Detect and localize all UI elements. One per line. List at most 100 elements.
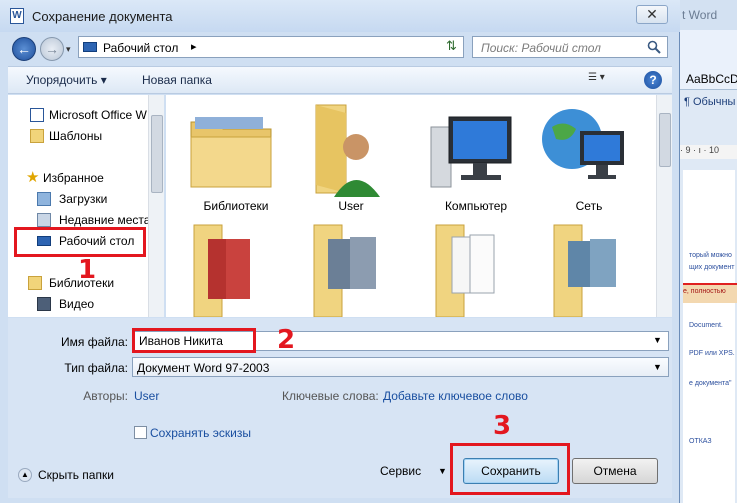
background-word-window: t Word AaBbCcD ¶ Обычны · 9 · ı · 10 тор… [680, 0, 737, 503]
annotation-step-1: 1 [78, 255, 97, 285]
command-bar: Упорядочить ▾ Новая папка ☰ ▾ ? [8, 66, 672, 94]
photos-folder-icon [313, 224, 376, 317]
recent-places-icon [37, 213, 51, 227]
new-folder-button[interactable]: Новая папка [142, 73, 212, 87]
nav-item-templates[interactable]: Шаблоны [8, 126, 148, 146]
annotation-box-desktop [14, 227, 146, 257]
scrollbar-thumb[interactable] [659, 113, 671, 167]
file-item-label: User [338, 199, 364, 213]
help-icon[interactable]: ? [644, 71, 662, 89]
file-item-folder[interactable] [428, 217, 528, 317]
organize-button[interactable]: Упорядочить ▾ [26, 73, 107, 87]
video-icon [37, 297, 51, 311]
filetype-select[interactable]: Документ Word 97-2003 ▼ [132, 357, 669, 377]
user-folder-icon [315, 104, 380, 197]
background-snippet: PDF или XPS. [689, 350, 735, 357]
recent-locations-dropdown[interactable]: ▾ [66, 44, 71, 55]
file-item-folder[interactable] [306, 217, 406, 317]
word-app-icon: W [10, 8, 24, 24]
background-page: торый можно щих документ Document. PDF и… [683, 170, 735, 503]
annotation-box-save [450, 443, 570, 495]
background-snippet: торый можно [689, 252, 732, 259]
downloads-icon [37, 192, 51, 206]
save-thumbnails-label[interactable]: Сохранять эскизы [150, 426, 251, 440]
search-icon[interactable] [647, 40, 661, 54]
file-item-network[interactable]: Сеть [534, 97, 634, 217]
background-window-title: t Word [680, 0, 737, 30]
background-highlight: е, полностью [683, 283, 737, 303]
authors-value[interactable]: User [134, 389, 159, 403]
address-bar[interactable]: Рабочий стол ▸ ▾ [78, 36, 512, 58]
documents-folder-icon [435, 224, 495, 317]
libraries-icon [28, 276, 42, 290]
nav-item-label: Недавние места [59, 213, 151, 227]
file-item-folder[interactable] [186, 217, 286, 317]
nav-item-video[interactable]: Видео [8, 294, 148, 314]
address-location[interactable]: Рабочий стол [103, 41, 178, 55]
annotation-step-3: 3 [493, 411, 512, 441]
nav-item-label: Избранное [43, 171, 104, 185]
filetype-label: Тип файла: [64, 361, 128, 375]
nav-item-office[interactable]: Microsoft Office W [8, 105, 148, 125]
nav-item-label: Microsoft Office W [49, 108, 147, 122]
file-item-label: Компьютер [444, 199, 508, 213]
nav-item-favorites[interactable]: ★ Избранное [8, 168, 148, 188]
navigation-scrollbar[interactable] [148, 95, 164, 317]
keywords-value[interactable]: Добавьте ключевое слово [383, 389, 528, 403]
file-item-folder[interactable] [546, 217, 646, 317]
dialog-title: Сохранение документа [32, 9, 173, 24]
computer-icon [430, 116, 512, 188]
nav-item-downloads[interactable]: Загрузки [8, 189, 148, 209]
hide-folders-label: Скрыть папки [38, 468, 114, 482]
search-placeholder: Поиск: Рабочий стол [481, 41, 601, 55]
presentation-folder-icon [193, 224, 250, 317]
forward-button[interactable]: → [40, 37, 64, 61]
nav-item-label: Шаблоны [49, 129, 103, 143]
filetype-value: Документ Word 97-2003 [137, 361, 270, 375]
search-input[interactable]: Поиск: Рабочий стол [472, 36, 668, 58]
pictures-folder-icon [553, 224, 616, 317]
authors-label: Авторы: [83, 389, 128, 403]
tools-label: Сервис [380, 464, 422, 478]
network-icon [542, 109, 624, 179]
background-snippet: ОТКАЗ [689, 438, 712, 445]
file-item-label: Сеть [575, 199, 603, 213]
background-snippet: е документа" [689, 380, 732, 387]
style-preview-2: ¶ Обычны [684, 96, 736, 108]
file-item-computer[interactable]: Компьютер [421, 97, 521, 217]
refresh-icon[interactable]: ⇅ [446, 38, 462, 56]
chevron-down-icon: ▼ [438, 466, 447, 476]
scrollbar-thumb[interactable] [151, 115, 163, 193]
close-button[interactable]: ✕ [636, 5, 668, 24]
file-list-scrollbar[interactable] [656, 95, 672, 317]
save-thumbnails-checkbox[interactable] [134, 426, 147, 439]
file-list: Библиотеки User Компьютер Сеть [166, 95, 656, 317]
nav-item-label: Видео [59, 297, 95, 311]
style-preview-1: AaBbCcD [686, 72, 737, 86]
nav-item-label: Загрузки [59, 192, 108, 206]
views-button[interactable]: ☰ ▾ [588, 72, 622, 88]
tools-button[interactable]: Сервис ▼ [380, 464, 447, 478]
background-snippet: щих документ [689, 264, 735, 271]
word-document-icon [30, 108, 44, 122]
background-snippet: Document. [689, 322, 723, 329]
back-button[interactable]: ← [12, 37, 36, 61]
filename-label: Имя файла: [61, 335, 128, 349]
file-item-label: Библиотеки [203, 199, 269, 213]
cancel-button[interactable]: Отмена [572, 458, 658, 484]
annotation-step-2: 2 [277, 325, 296, 355]
title-bar: W Сохранение документа ✕ [0, 0, 680, 32]
keywords-label: Ключевые слова: [282, 389, 379, 403]
star-icon: ★ [26, 169, 40, 186]
annotation-box-filename [132, 328, 256, 353]
libraries-folder-icon [190, 117, 272, 188]
arrow-right-icon: → [45, 41, 59, 57]
chevron-up-icon: ▲ [18, 468, 32, 482]
file-item-libraries[interactable]: Библиотеки [181, 97, 281, 217]
folder-icon [30, 129, 44, 143]
breadcrumb-chevron-icon[interactable]: ▸ [191, 40, 197, 53]
chevron-down-icon[interactable]: ▼ [653, 362, 662, 372]
file-item-user[interactable]: User [296, 97, 396, 217]
chevron-down-icon[interactable]: ▼ [653, 335, 662, 345]
background-ruler: · 9 · ı · 10 [680, 145, 737, 159]
